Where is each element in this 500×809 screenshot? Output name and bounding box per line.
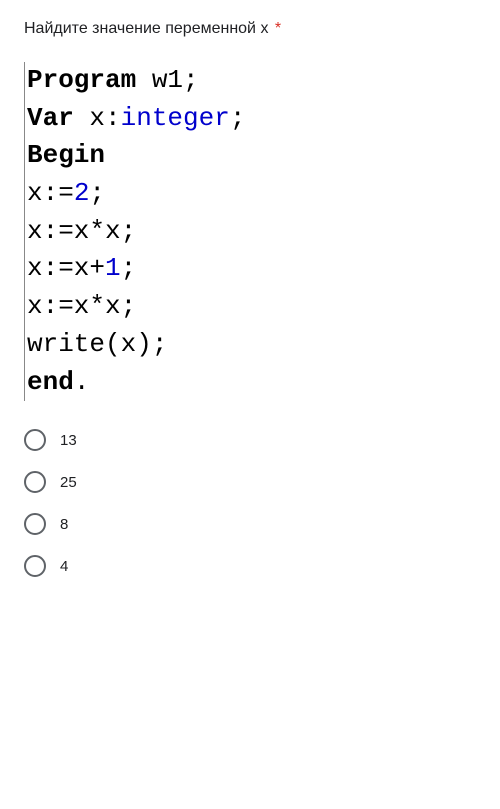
code-line-8: write(x); <box>27 326 476 364</box>
question-text: Найдите значение переменной x <box>24 20 268 37</box>
radio-icon <box>24 555 46 577</box>
code-text: x:=x*x; <box>27 291 136 321</box>
type-integer: integer <box>121 103 230 133</box>
code-text: x:=x+ <box>27 253 105 283</box>
code-text: x: <box>74 103 121 133</box>
option-0[interactable]: 13 <box>24 429 476 451</box>
code-line-2: Var x:integer; <box>27 100 476 138</box>
code-text: w1; <box>136 65 198 95</box>
keyword-begin: Begin <box>27 140 105 170</box>
code-line-9: end. <box>27 364 476 402</box>
code-line-6: x:=x+1; <box>27 250 476 288</box>
option-label: 13 <box>60 432 77 449</box>
code-text: x:= <box>27 178 74 208</box>
code-line-5: x:=x*x; <box>27 213 476 251</box>
option-label: 4 <box>60 558 68 575</box>
number-literal: 1 <box>105 253 121 283</box>
code-text: ; <box>121 253 137 283</box>
code-line-4: x:=2; <box>27 175 476 213</box>
code-text: ; <box>89 178 105 208</box>
radio-icon <box>24 471 46 493</box>
required-asterisk: * <box>275 20 281 37</box>
code-text: x:=x*x; <box>27 216 136 246</box>
code-line-7: x:=x*x; <box>27 288 476 326</box>
code-line-1: Program w1; <box>27 62 476 100</box>
number-literal: 2 <box>74 178 90 208</box>
option-label: 8 <box>60 516 68 533</box>
code-text: ; <box>230 103 246 133</box>
code-text: . <box>74 367 90 397</box>
keyword-var: Var <box>27 103 74 133</box>
radio-icon <box>24 513 46 535</box>
radio-icon <box>24 429 46 451</box>
option-1[interactable]: 25 <box>24 471 476 493</box>
option-2[interactable]: 8 <box>24 513 476 535</box>
option-label: 25 <box>60 474 77 491</box>
code-block: Program w1; Var x:integer; Begin x:=2; x… <box>24 62 476 401</box>
keyword-end: end <box>27 367 74 397</box>
options-group: 13 25 8 4 <box>24 429 476 577</box>
keyword-program: Program <box>27 65 136 95</box>
question-title: Найдите значение переменной x * <box>24 20 476 38</box>
option-3[interactable]: 4 <box>24 555 476 577</box>
code-text: write(x); <box>27 329 167 359</box>
code-line-3: Begin <box>27 137 476 175</box>
